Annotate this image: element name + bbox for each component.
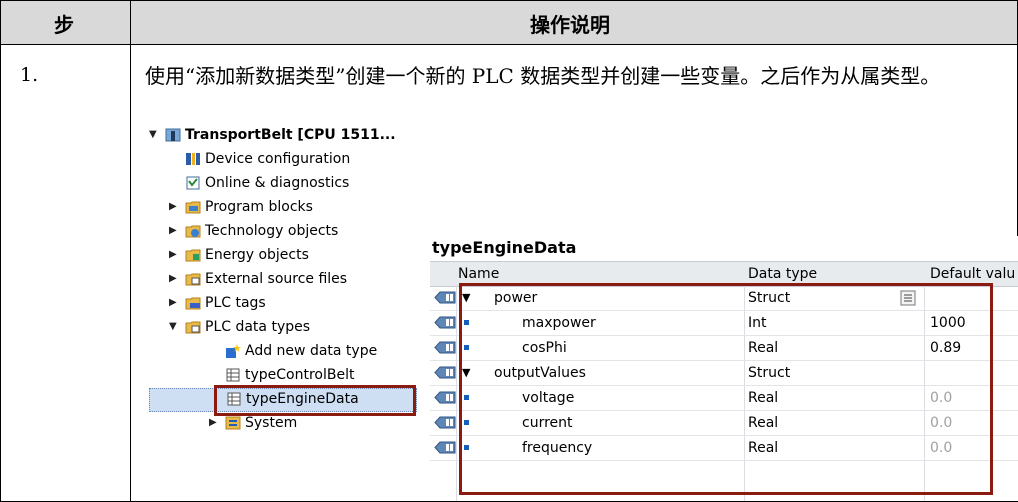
- tree-item-external-source-files[interactable]: ▶ External source files: [145, 268, 435, 292]
- column-data-type[interactable]: Data type: [748, 266, 817, 282]
- table-border-header: [0, 44, 1018, 45]
- header-step: 步: [54, 13, 74, 37]
- folder-icon: [185, 249, 201, 262]
- collapsed-triangle-icon[interactable]: ▶: [169, 249, 177, 260]
- tree-item-device-configuration[interactable]: Device configuration: [145, 148, 435, 172]
- table-border-col: [130, 0, 131, 502]
- tree-item-plc-data-types[interactable]: ▼ PLC data types: [145, 316, 435, 340]
- folder-icon: [185, 297, 201, 310]
- expanded-triangle-icon[interactable]: ▼: [149, 129, 157, 140]
- online-diagnostics-icon: [186, 176, 200, 190]
- table-header: [0, 0, 1018, 44]
- tree-item-online-diagnostics[interactable]: Online & diagnostics: [145, 172, 435, 196]
- tree-item-technology-objects[interactable]: ▶ Technology objects: [145, 220, 435, 244]
- interface-tag-icon: [434, 366, 456, 379]
- interface-tag-icon: [434, 441, 456, 454]
- interface-tag-icon: [434, 416, 456, 429]
- step-description: 使用“添加新数据类型”创建一个新的 PLC 数据类型并创建一些变量。之后作为从属…: [145, 64, 941, 88]
- folder-icon: [185, 225, 201, 238]
- highlight-box-struct: [459, 283, 993, 495]
- tree-root-label: TransportBelt [CPU 1511...: [185, 127, 396, 143]
- data-type-editor: typeEngineData Name Data type Default va…: [430, 236, 1018, 502]
- step-number: 1.: [20, 64, 39, 86]
- header-description: 操作说明: [530, 13, 610, 37]
- editor-title: typeEngineData: [432, 238, 577, 257]
- folder-icon: [185, 201, 201, 214]
- interface-tag-icon: [434, 391, 456, 404]
- cpu-icon: [165, 128, 181, 142]
- collapsed-triangle-icon[interactable]: ▶: [169, 201, 177, 212]
- folder-icon: [225, 416, 241, 430]
- datatype-icon: [226, 368, 240, 382]
- folder-icon: [185, 321, 201, 334]
- tree-item-root[interactable]: ▼ TransportBelt [CPU 1511...: [145, 124, 435, 148]
- expanded-triangle-icon[interactable]: ▼: [169, 321, 177, 332]
- collapsed-triangle-icon[interactable]: ▶: [169, 225, 177, 236]
- table-border-left: [0, 0, 1, 502]
- table-border-top: [0, 0, 1018, 1]
- interface-tag-icon: [434, 341, 456, 354]
- collapsed-triangle-icon[interactable]: ▶: [169, 273, 177, 284]
- project-tree: ▼ TransportBelt [CPU 1511... Device conf…: [145, 124, 435, 500]
- tree-item-system[interactable]: ▶ System: [145, 412, 435, 436]
- tree-item-plc-tags[interactable]: ▶ PLC tags: [145, 292, 435, 316]
- add-icon: [226, 344, 241, 358]
- collapsed-triangle-icon[interactable]: ▶: [169, 297, 177, 308]
- collapsed-triangle-icon[interactable]: ▶: [209, 417, 217, 428]
- folder-icon: [185, 273, 201, 286]
- column-default-value[interactable]: Default valu: [930, 266, 1015, 282]
- interface-tag-icon: [434, 316, 456, 329]
- column-name[interactable]: Name: [458, 266, 499, 282]
- tree-item-add-new-data-type[interactable]: Add new data type: [145, 340, 435, 364]
- interface-tag-icon: [434, 291, 456, 304]
- tree-item-energy-objects[interactable]: ▶ Energy objects: [145, 244, 435, 268]
- device-config-icon: [186, 153, 200, 165]
- tree-item-program-blocks[interactable]: ▶ Program blocks: [145, 196, 435, 220]
